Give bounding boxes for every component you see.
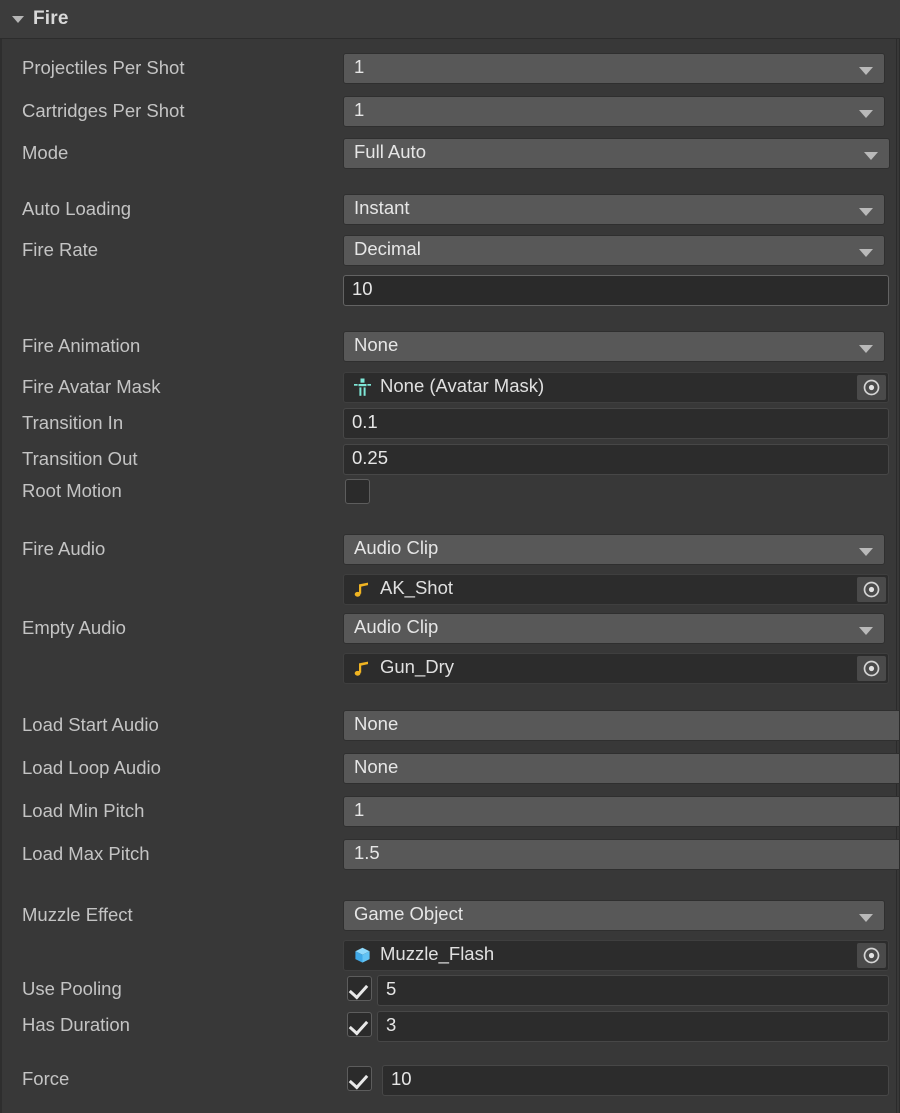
label-load-max-pitch: Load Max Pitch bbox=[22, 843, 150, 864]
object-picker-icon[interactable] bbox=[857, 375, 886, 400]
objectfield-muzzle-effect[interactable]: Muzzle_Flash bbox=[343, 940, 889, 971]
dropdown-value: Audio Clip bbox=[354, 537, 439, 559]
input-value: 10 bbox=[391, 1068, 412, 1090]
label-fire-avatar-mask: Fire Avatar Mask bbox=[22, 376, 161, 397]
dropdown-auto-loading[interactable]: Instant bbox=[343, 194, 885, 225]
dropdown-value: 1.5 bbox=[354, 842, 380, 864]
label-transition-out: Transition Out bbox=[22, 448, 138, 469]
objectfield-value: AK_Shot bbox=[380, 577, 454, 599]
input-transition-in[interactable]: 0.1 bbox=[343, 408, 889, 439]
audio-clip-icon bbox=[352, 579, 373, 600]
chevron-down-icon bbox=[859, 67, 873, 75]
label-root-motion: Root Motion bbox=[22, 480, 122, 501]
objectfield-value: Muzzle_Flash bbox=[380, 943, 495, 965]
dropdown-value: None bbox=[354, 756, 399, 778]
label-use-pooling: Use Pooling bbox=[22, 978, 122, 999]
objectfield-fire-audio-clip[interactable]: AK_Shot bbox=[343, 574, 889, 605]
input-value: 0.25 bbox=[352, 447, 389, 469]
label-has-duration: Has Duration bbox=[22, 1014, 130, 1035]
inspector-body: Projectiles Per Shot 1 Cartridges Per Sh… bbox=[0, 39, 900, 1113]
avatar-mask-icon bbox=[352, 377, 373, 398]
dropdown-projectiles-per-shot[interactable]: 1 bbox=[343, 53, 885, 84]
checkbox-has-duration[interactable] bbox=[347, 1012, 372, 1037]
input-use-pooling-count[interactable]: 5 bbox=[377, 975, 889, 1006]
component-header-fire[interactable]: Fire bbox=[0, 0, 900, 39]
dropdown-value: Game Object bbox=[354, 903, 463, 925]
dropdown-fire-audio-type[interactable]: Audio Clip bbox=[343, 534, 885, 565]
input-value: 3 bbox=[386, 1014, 397, 1036]
objectfield-empty-audio-clip[interactable]: Gun_Dry bbox=[343, 653, 889, 684]
dropdown-cartridges-per-shot[interactable]: 1 bbox=[343, 96, 885, 127]
label-transition-in: Transition In bbox=[22, 412, 124, 433]
dropdown-muzzle-effect-type[interactable]: Game Object bbox=[343, 900, 885, 931]
dropdown-value: Audio Clip bbox=[354, 616, 439, 638]
input-value: 10 bbox=[352, 278, 373, 300]
game-object-icon bbox=[352, 945, 373, 966]
object-picker-icon[interactable] bbox=[857, 656, 886, 681]
dropdown-fire-rate-type[interactable]: Decimal bbox=[343, 235, 885, 266]
input-force-value[interactable]: 10 bbox=[382, 1065, 889, 1096]
object-picker-icon[interactable] bbox=[857, 577, 886, 602]
dropdown-value: 1 bbox=[354, 799, 365, 821]
chevron-down-icon bbox=[859, 208, 873, 216]
chevron-down-icon bbox=[859, 345, 873, 353]
label-cartridges-per-shot: Cartridges Per Shot bbox=[22, 100, 185, 121]
label-projectiles-per-shot: Projectiles Per Shot bbox=[22, 57, 185, 78]
objectfield-value: None (Avatar Mask) bbox=[380, 375, 545, 397]
dropdown-fire-animation[interactable]: None bbox=[343, 331, 885, 362]
objectfield-fire-avatar-mask[interactable]: None (Avatar Mask) bbox=[343, 372, 889, 403]
input-fire-rate-value[interactable]: 10 bbox=[343, 275, 889, 306]
input-has-duration-value[interactable]: 3 bbox=[377, 1011, 889, 1042]
label-muzzle-effect: Muzzle Effect bbox=[22, 904, 133, 925]
dropdown-value: Full Auto bbox=[354, 141, 426, 163]
label-load-loop-audio: Load Loop Audio bbox=[22, 757, 161, 778]
checkbox-root-motion[interactable] bbox=[345, 479, 370, 504]
dropdown-value: 1 bbox=[354, 56, 365, 78]
chevron-down-icon bbox=[859, 914, 873, 922]
chevron-down-icon bbox=[859, 548, 873, 556]
label-load-min-pitch: Load Min Pitch bbox=[22, 800, 145, 821]
checkbox-force[interactable] bbox=[347, 1066, 372, 1091]
label-load-start-audio: Load Start Audio bbox=[22, 714, 159, 735]
dropdown-load-start-audio[interactable]: None bbox=[343, 710, 900, 741]
page-title: Fire bbox=[33, 8, 69, 29]
object-picker-icon[interactable] bbox=[857, 943, 886, 968]
objectfield-value: Gun_Dry bbox=[380, 656, 455, 678]
label-force: Force bbox=[22, 1068, 70, 1089]
checkbox-use-pooling[interactable] bbox=[347, 976, 372, 1001]
input-value: 0.1 bbox=[352, 411, 378, 433]
dropdown-load-max-pitch[interactable]: 1.5 bbox=[343, 839, 900, 870]
dropdown-load-loop-audio[interactable]: None bbox=[343, 753, 900, 784]
input-transition-out[interactable]: 0.25 bbox=[343, 444, 889, 475]
chevron-down-icon bbox=[859, 249, 873, 257]
audio-clip-icon bbox=[352, 658, 373, 679]
label-mode: Mode bbox=[22, 142, 69, 163]
chevron-down-icon[interactable] bbox=[12, 13, 24, 25]
dropdown-value: None bbox=[354, 713, 399, 735]
inspector-panel: Fire Projectiles Per Shot 1 Cartridges P… bbox=[0, 0, 900, 1113]
dropdown-value: Decimal bbox=[354, 238, 421, 260]
dropdown-value: Instant bbox=[354, 197, 410, 219]
label-fire-audio: Fire Audio bbox=[22, 538, 106, 559]
dropdown-value: 1 bbox=[354, 99, 365, 121]
dropdown-mode[interactable]: Full Auto bbox=[343, 138, 890, 169]
dropdown-value: None bbox=[354, 334, 399, 356]
chevron-down-icon bbox=[859, 110, 873, 118]
label-fire-animation: Fire Animation bbox=[22, 335, 141, 356]
dropdown-empty-audio-type[interactable]: Audio Clip bbox=[343, 613, 885, 644]
dropdown-load-min-pitch[interactable]: 1 bbox=[343, 796, 900, 827]
input-value: 5 bbox=[386, 978, 397, 1000]
label-empty-audio: Empty Audio bbox=[22, 617, 126, 638]
chevron-down-icon bbox=[859, 627, 873, 635]
label-fire-rate: Fire Rate bbox=[22, 239, 99, 260]
label-auto-loading: Auto Loading bbox=[22, 198, 132, 219]
chevron-down-icon bbox=[864, 152, 878, 160]
